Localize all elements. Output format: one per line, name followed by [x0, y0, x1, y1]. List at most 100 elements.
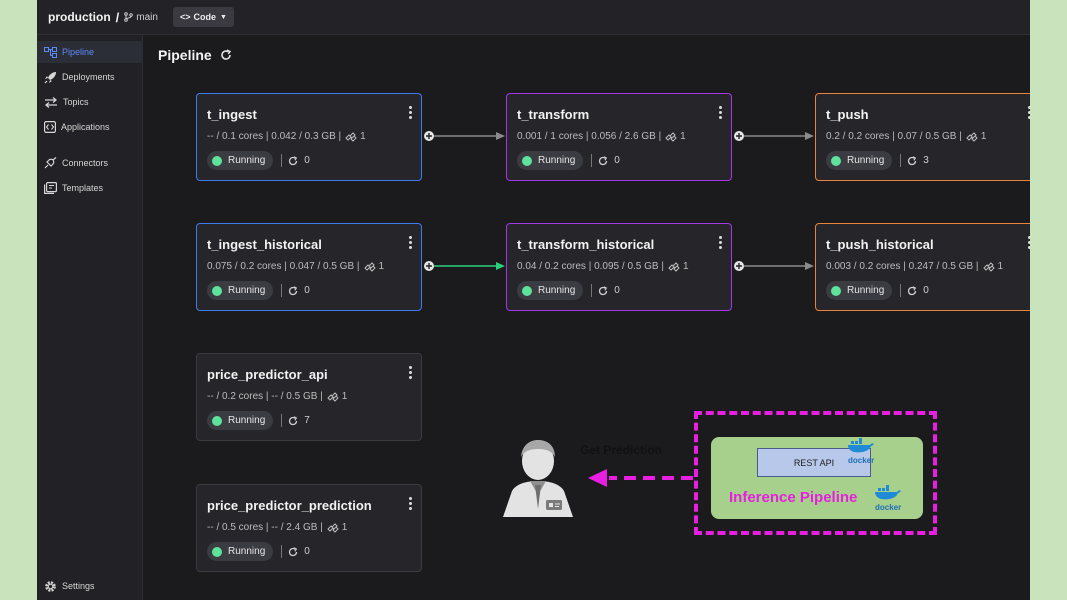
restart-count: 0: [288, 155, 310, 166]
status-label: Running: [228, 285, 266, 296]
restart-value: 0: [304, 155, 310, 166]
card-title: price_predictor_api: [207, 367, 328, 382]
sidebar-item-label: Pipeline: [62, 47, 95, 57]
card-resource-stats: 0.003 / 0.2 cores | 0.247 / 0.5 GB | 1: [826, 261, 1003, 272]
code-button[interactable]: <> Code ▼: [172, 7, 234, 27]
sidebar-item-connectors[interactable]: Connectors: [37, 152, 143, 174]
top-bar: production / main <> Code ▼: [37, 0, 1030, 35]
sidebar-item-topics[interactable]: Topics: [37, 91, 143, 113]
status-badge: Running: [517, 281, 584, 300]
user-avatar-figure: [500, 437, 576, 524]
replicas-icon: [966, 131, 978, 142]
pipeline-card-t-transform-historical[interactable]: t_transform_historical 0.04 / 0.2 cores …: [506, 223, 732, 311]
card-resources: 0.001 / 1 cores | 0.056 / 2.6 GB |: [517, 131, 662, 142]
kebab-menu-icon[interactable]: [408, 366, 412, 380]
card-resources: -- / 0.5 cores | -- / 2.4 GB |: [207, 522, 323, 533]
divider: [900, 154, 902, 167]
card-title: t_push: [826, 107, 869, 122]
restart-count: 0: [598, 155, 620, 166]
kebab-menu-icon[interactable]: [408, 236, 412, 250]
status-badge: Running: [207, 411, 274, 430]
branch-selector[interactable]: main: [124, 12, 158, 23]
divider: [281, 154, 283, 167]
kebab-menu-icon[interactable]: [408, 497, 412, 511]
card-resource-stats: 0.075 / 0.2 cores | 0.047 / 0.5 GB | 1: [207, 261, 384, 272]
pipeline-card-price-predictor-api[interactable]: price_predictor_api -- / 0.2 cores | -- …: [196, 353, 422, 441]
status-dot-icon: [212, 415, 222, 426]
kebab-menu-icon[interactable]: [718, 106, 722, 120]
card-status-row: Running 0: [826, 281, 929, 300]
edge-t-ingest-historical-to-t-transform-historical: [424, 261, 505, 271]
status-badge: Running: [207, 281, 274, 300]
pipeline-card-t-push-historical[interactable]: t_push_historical 0.003 / 0.2 cores | 0.…: [815, 223, 1030, 311]
card-replicas: 1: [680, 131, 686, 142]
status-badge: Running: [826, 281, 893, 300]
card-status-row: Running 0: [517, 151, 620, 170]
card-replicas: 1: [341, 522, 348, 533]
card-resources: 0.04 / 0.2 cores | 0.095 / 0.5 GB |: [517, 261, 664, 272]
restart-value: 0: [304, 285, 310, 296]
pipeline-card-price-predictor-prediction[interactable]: price_predictor_prediction -- / 0.5 core…: [196, 484, 422, 572]
card-title: t_ingest: [207, 107, 257, 122]
pipeline-card-t-ingest[interactable]: t_ingest -- / 0.1 cores | 0.042 / 0.3 GB…: [196, 93, 422, 181]
restart-count: 0: [288, 285, 310, 296]
status-label: Running: [228, 155, 266, 166]
edge-t-ingest-to-t-transform: [424, 131, 505, 141]
sidebar-item-deployments[interactable]: Deployments: [37, 66, 143, 88]
status-label: Running: [847, 285, 885, 296]
restart-icon: [289, 415, 298, 425]
code-button-label: Code: [193, 12, 216, 22]
replicas-icon: [668, 261, 680, 272]
pipeline-card-t-ingest-historical[interactable]: t_ingest_historical 0.075 / 0.2 cores | …: [196, 223, 422, 311]
sidebar-item-pipeline[interactable]: Pipeline: [37, 41, 143, 63]
kebab-menu-icon[interactable]: [408, 106, 412, 120]
breadcrumb-separator: /: [115, 9, 120, 25]
card-replicas: 1: [682, 261, 689, 272]
restart-count: 0: [288, 546, 310, 557]
sidebar-item-label: Connectors: [62, 158, 109, 168]
project-name[interactable]: production: [48, 10, 111, 24]
restart-count: 0: [907, 285, 929, 296]
restart-icon: [599, 285, 608, 295]
plug-icon: [44, 157, 57, 169]
status-badge: Running: [207, 542, 274, 561]
get-prediction-arrow: [588, 469, 693, 487]
docker-logo: docker: [873, 485, 903, 512]
templates-icon: [44, 182, 57, 194]
divider: [591, 154, 593, 167]
card-title: t_ingest_historical: [207, 237, 322, 252]
card-title: t_transform_historical: [517, 237, 655, 252]
edge-arrowhead: [496, 262, 505, 270]
sidebar-item-settings[interactable]: Settings: [37, 575, 143, 597]
status-badge: Running: [517, 151, 584, 170]
divider: [281, 284, 283, 297]
docker-whale-icon: [875, 485, 901, 500]
card-title: t_push_historical: [826, 237, 934, 252]
status-label: Running: [847, 155, 885, 166]
card-resource-stats: -- / 0.2 cores | -- / 0.5 GB | 1: [207, 391, 347, 402]
sidebar-item-applications[interactable]: Applications: [37, 116, 143, 138]
card-resource-stats: -- / 0.1 cores | 0.042 / 0.3 GB | 1: [207, 131, 366, 142]
status-label: Running: [538, 285, 576, 296]
card-replicas: 1: [997, 261, 1004, 272]
card-status-row: Running 0: [207, 542, 310, 561]
kebab-menu-icon[interactable]: [1027, 236, 1030, 250]
card-resources: -- / 0.1 cores | 0.042 / 0.3 GB |: [207, 131, 342, 142]
kebab-menu-icon[interactable]: [1027, 106, 1030, 120]
status-dot-icon: [212, 546, 222, 557]
card-resource-stats: 0.04 / 0.2 cores | 0.095 / 0.5 GB | 1: [517, 261, 689, 272]
pipeline-card-t-push[interactable]: t_push 0.2 / 0.2 cores | 0.07 / 0.5 GB |…: [815, 93, 1030, 181]
sidebar-item-label: Topics: [63, 97, 89, 107]
pipeline-card-t-transform[interactable]: t_transform 0.001 / 1 cores | 0.056 / 2.…: [506, 93, 732, 181]
edge-t-transform-to-t-push: [734, 131, 814, 141]
gear-icon: [45, 580, 56, 592]
kebab-menu-icon[interactable]: [718, 236, 722, 250]
status-badge: Running: [826, 151, 893, 170]
replicas-icon: [363, 261, 376, 272]
edge-t-transform-historical-to-t-push-historical: [734, 261, 814, 271]
sidebar-item-templates[interactable]: Templates: [37, 177, 143, 199]
status-dot-icon: [522, 155, 532, 166]
card-status-row: Running 0: [517, 281, 620, 300]
restart-icon: [908, 155, 917, 165]
status-label: Running: [228, 546, 266, 557]
